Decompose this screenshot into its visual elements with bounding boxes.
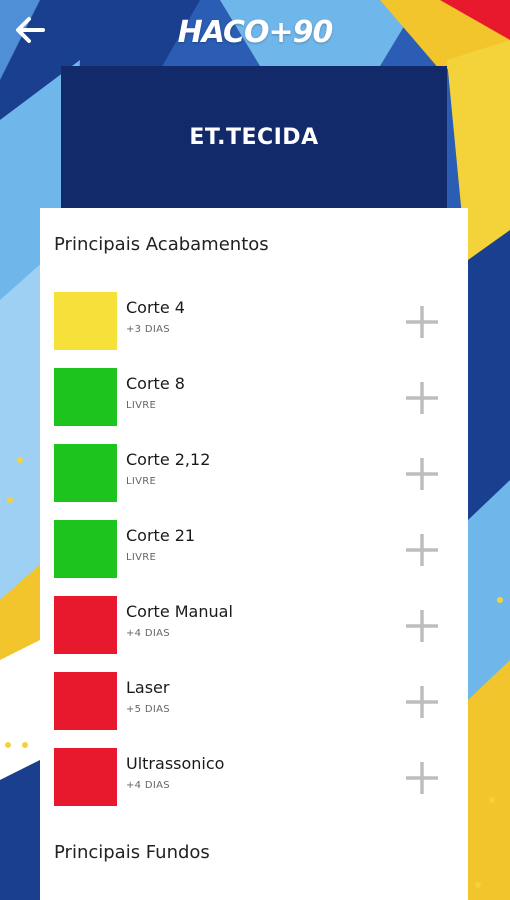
add-button[interactable]: [404, 380, 440, 416]
arrow-left-icon: [16, 17, 45, 43]
item-status: LIVRE: [126, 400, 157, 411]
section-title-acabamentos: Principais Acabamentos: [54, 234, 269, 255]
item-name: Corte 4: [126, 298, 185, 317]
status-swatch: [54, 748, 117, 806]
plus-icon: [406, 382, 438, 414]
item-name: Corte 21: [126, 526, 196, 545]
status-swatch: [54, 672, 117, 730]
list-item: Corte 4 +3 DIAS: [54, 290, 454, 366]
top-bar: HACO+90: [0, 0, 510, 62]
status-swatch: [54, 368, 117, 426]
list-item: Corte 8 LIVRE: [54, 366, 454, 442]
plus-icon: [406, 306, 438, 338]
content-panel: Principais Acabamentos Corte 4 +3 DIAS C…: [40, 208, 468, 900]
status-swatch: [54, 596, 117, 654]
back-button[interactable]: [10, 10, 50, 50]
list-item: Laser +5 DIAS: [54, 670, 454, 746]
header-card: ET.TECIDA: [61, 66, 447, 208]
item-name: Ultrassonico: [126, 754, 225, 773]
status-swatch: [54, 520, 117, 578]
item-status: +4 DIAS: [126, 780, 170, 791]
add-button[interactable]: [404, 304, 440, 340]
list-item: Corte Manual +4 DIAS: [54, 594, 454, 670]
plus-icon: [406, 610, 438, 642]
status-swatch: [54, 292, 117, 350]
add-button[interactable]: [404, 456, 440, 492]
status-swatch: [54, 444, 117, 502]
add-button[interactable]: [404, 760, 440, 796]
page-title: ET.TECIDA: [189, 124, 319, 150]
list-item: Corte 2,12 LIVRE: [54, 442, 454, 518]
item-status: +4 DIAS: [126, 628, 170, 639]
item-name: Corte 8: [126, 374, 185, 393]
item-status: +5 DIAS: [126, 704, 170, 715]
app-logo: HACO+90: [177, 14, 334, 50]
add-button[interactable]: [404, 684, 440, 720]
plus-icon: [406, 534, 438, 566]
item-name: Laser: [126, 678, 170, 697]
plus-icon: [406, 762, 438, 794]
list-item: Corte 21 LIVRE: [54, 518, 454, 594]
acabamentos-list: Corte 4 +3 DIAS Corte 8 LIVRE Corte 2,12…: [54, 290, 454, 822]
section-title-fundos: Principais Fundos: [54, 842, 210, 863]
add-button[interactable]: [404, 532, 440, 568]
item-name: Corte 2,12: [126, 450, 211, 469]
item-status: +3 DIAS: [126, 324, 170, 335]
list-item: Ultrassonico +4 DIAS: [54, 746, 454, 822]
item-status: LIVRE: [126, 476, 157, 487]
add-button[interactable]: [404, 608, 440, 644]
plus-icon: [406, 686, 438, 718]
item-name: Corte Manual: [126, 602, 233, 621]
item-status: LIVRE: [126, 552, 157, 563]
plus-icon: [406, 458, 438, 490]
